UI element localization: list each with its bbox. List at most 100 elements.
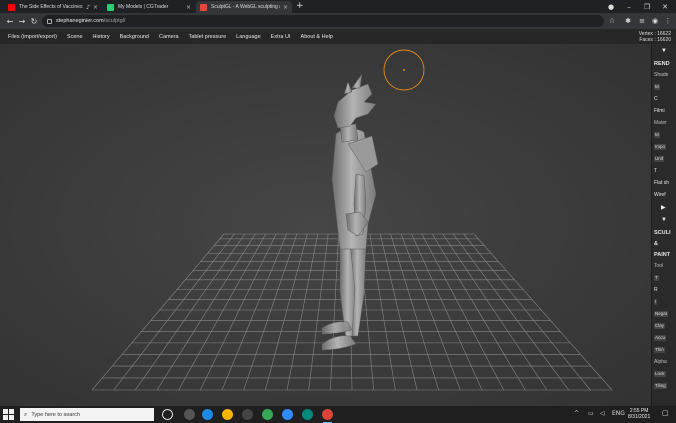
menu-history[interactable]: History <box>93 34 110 40</box>
close-tab-icon[interactable]: × <box>93 4 98 11</box>
close-tab-icon[interactable]: × <box>283 4 288 11</box>
profile-avatar-icon[interactable]: ◉ <box>650 16 660 26</box>
store-taskbar-icon[interactable] <box>242 409 253 420</box>
task-view-taskbar-icon[interactable] <box>184 409 195 420</box>
extensions-puzzle-icon[interactable]: ✱ <box>623 16 633 26</box>
sidebar-row-ctrl[interactable]: Negat <box>654 311 669 317</box>
sidebar-row-toggle[interactable]: Wiref <box>654 192 666 198</box>
sidebar-row-head: & <box>654 241 658 247</box>
chrome-active-taskbar-icon[interactable] <box>322 409 333 423</box>
close-window-icon[interactable]: ✕ <box>656 0 674 13</box>
reload-icon[interactable]: ↻ <box>28 15 40 27</box>
sidebar-control[interactable]: Negat <box>654 311 669 317</box>
sidebar-control[interactable]: Accu <box>654 335 667 341</box>
sculptgl-menu-bar: Files (import/export) Scene History Back… <box>0 29 676 44</box>
sidebar-control[interactable]: Lock <box>654 371 666 377</box>
sidebar-row-ctrl[interactable]: Tiling <box>654 383 667 389</box>
sidebar-row-ctrl[interactable]: Unif <box>654 156 665 162</box>
sculptgl-favicon-icon <box>200 3 207 11</box>
sidebar-row-head: SCULI <box>654 230 671 236</box>
browser-menu-kebab-icon[interactable]: ⋮ <box>663 16 673 26</box>
chrome-taskbar-icon[interactable] <box>262 409 273 420</box>
windows-start-icon[interactable] <box>3 409 14 420</box>
maximize-window-icon[interactable]: ❐ <box>638 0 656 13</box>
sidebar-row-ctrl[interactable]: T <box>654 275 659 281</box>
taskbar-search-box[interactable]: ⌕ Type here to search <box>20 408 154 421</box>
cortana-circle-icon[interactable] <box>162 409 173 420</box>
sidebar-control[interactable]: T <box>654 275 659 281</box>
sidebar-control[interactable]: Tiling <box>654 383 667 389</box>
mesh-stats: Vertex : 16622 Faces : 16620 <box>639 29 671 44</box>
language-icon[interactable]: ENG <box>612 410 625 417</box>
menu-about-help[interactable]: About & Help <box>301 34 333 40</box>
speaker-icon[interactable]: ♪ <box>86 4 90 11</box>
screen: The Side Effects of Vaccines ♪ × My Mode… <box>0 0 676 423</box>
meet-taskbar-icon[interactable] <box>302 409 313 420</box>
sidebar-row-ctrl[interactable]: M <box>654 132 660 138</box>
sidebar-row-head: REND <box>654 61 670 67</box>
sidebar-row-arrow[interactable]: ▼ <box>661 217 667 223</box>
forward-arrow-icon[interactable]: → <box>16 15 28 27</box>
close-tab-icon[interactable]: × <box>186 4 191 11</box>
taskbar-clock[interactable]: 2:55 PM 8/31/2021 <box>628 408 650 420</box>
zoom-taskbar-icon[interactable] <box>282 409 293 420</box>
url-host: stephaneginier.com <box>56 18 104 24</box>
sidebar-row-ctrl[interactable]: M <box>654 84 660 90</box>
notification-center-icon[interactable]: ▢ <box>662 409 669 417</box>
file-explorer-taskbar-icon[interactable] <box>222 409 233 420</box>
tray-chevron-up-icon[interactable]: ^ <box>574 410 579 417</box>
sidebar-row-toggle[interactable]: Filmi <box>654 108 665 114</box>
face-count: Faces : 16620 <box>639 36 671 43</box>
search-placeholder: Type here to search <box>31 411 80 418</box>
sidebar-row-toggle[interactable]: C <box>654 96 658 102</box>
sidebar-row-ctrl[interactable]: Thin <box>654 347 665 353</box>
sidebar-row-ctrl[interactable]: Impo <box>654 144 667 150</box>
volume-icon[interactable]: ◁ <box>600 410 605 417</box>
sidebar-control[interactable]: Clay <box>654 323 666 329</box>
minimize-window-icon[interactable]: – <box>620 0 638 13</box>
new-tab-plus-icon[interactable]: + <box>296 1 304 12</box>
sculpt-viewport[interactable] <box>0 44 651 406</box>
back-arrow-icon[interactable]: ← <box>4 15 16 27</box>
edge-taskbar-icon[interactable] <box>202 409 213 420</box>
menu-extra-ui[interactable]: Extra UI <box>271 34 291 40</box>
menu-background[interactable]: Background <box>120 34 149 40</box>
menu-tablet-pressure[interactable]: Tablet pressure <box>189 34 227 40</box>
sidebar-control[interactable]: Unif <box>654 156 665 162</box>
sidebar-control[interactable]: I <box>654 299 658 305</box>
sidebar-row-toggle[interactable]: R <box>654 287 658 293</box>
sidebar-row-ctrl[interactable]: Lock <box>654 371 666 377</box>
sidebar-row-toggle[interactable]: T <box>654 168 657 174</box>
reading-list-icon[interactable]: ≡ <box>637 16 647 26</box>
network-icon[interactable]: ▭ <box>588 410 594 417</box>
viewport-canvas[interactable] <box>0 44 651 406</box>
sidebar-row-arrow[interactable]: ▶ <box>661 204 666 211</box>
tab-title: My Models | CGTrader <box>118 4 169 10</box>
browser-tab-2[interactable]: My Models | CGTrader × <box>103 1 195 13</box>
sidebar-control[interactable]: Impo <box>654 144 667 150</box>
sidebar-row-sub: Tool <box>654 263 664 269</box>
menu-files[interactable]: Files (import/export) <box>8 34 57 40</box>
tab-title: The Side Effects of Vaccines <box>19 4 83 10</box>
sidebar-control[interactable]: Thin <box>654 347 665 353</box>
menu-language[interactable]: Language <box>236 34 260 40</box>
browser-tab-3[interactable]: SculptGL - A WebGL sculpting a × <box>196 1 292 13</box>
sidebar-row-ctrl[interactable]: Accu <box>654 335 667 341</box>
sidebar-row-arrow[interactable]: ▼ <box>661 48 667 54</box>
sidebar-row-sub: Mater <box>654 120 667 126</box>
sidebar-row-ctrl[interactable]: Clay <box>654 323 666 329</box>
browser-tab-1[interactable]: The Side Effects of Vaccines ♪ × <box>4 1 102 13</box>
lock-icon <box>47 18 52 24</box>
sidebar-row-toggle[interactable]: Flat sh <box>654 180 669 186</box>
sidebar-control[interactable]: M <box>654 132 660 138</box>
sidebar-control[interactable]: M <box>654 84 660 90</box>
brush-cursor-center <box>403 69 405 71</box>
browser-toolbar: ← → ↻ stephaneginier.com/sculptgl/ ☆ ✱ ≡… <box>0 13 676 29</box>
sidebar-row-ctrl[interactable]: I <box>654 299 658 305</box>
address-bar[interactable]: stephaneginier.com/sculptgl/ <box>42 15 604 27</box>
menu-camera[interactable]: Camera <box>159 34 179 40</box>
menu-scene[interactable]: Scene <box>67 34 83 40</box>
bookmark-star-icon[interactable]: ☆ <box>607 16 617 26</box>
sidebar-row-head: PAINT <box>654 252 671 258</box>
profile-record-icon[interactable]: ● <box>602 0 620 13</box>
